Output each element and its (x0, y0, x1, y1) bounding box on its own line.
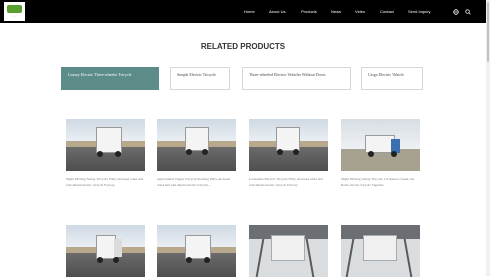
nav-about-us[interactable]: About Us (269, 0, 285, 23)
product-image[interactable] (66, 225, 145, 277)
product-image[interactable] (157, 225, 236, 277)
logo-mark-icon (7, 5, 22, 13)
nav-send-inquiry[interactable]: Send Inquiry (408, 0, 430, 23)
nav-home[interactable]: Home (244, 0, 255, 23)
nav-news[interactable]: News (331, 0, 341, 23)
nav-video[interactable]: Video (355, 0, 365, 23)
product-image[interactable] (341, 225, 420, 277)
tab-label: Three-wheeled Electric Vehicles Without … (249, 72, 326, 77)
tab-luxury-electric-tricycle[interactable]: Luxury Electric Three-wheeler Tricycle (61, 67, 159, 90)
scrollbar-thumb[interactable] (487, 2, 489, 62)
tab-simple-electric-tricycle[interactable]: Simple Electric Tricycle (170, 67, 230, 90)
product-caption[interactable]: Agricultural Tipper Tricycle Roofing Ful… (157, 176, 236, 188)
product-caption[interactable]: Night Driving Safety Tricycle Fully encl… (66, 176, 145, 188)
product-caption[interactable]: Night Driving Safety Tricycle 1.6 meters… (341, 176, 420, 188)
tab-label: Luxury Electric Three-wheeler Tricycle (68, 72, 132, 77)
product-caption[interactable]: Lockeable Electric Tricycle Fully enclos… (249, 176, 328, 188)
tab-label: Cargo Electric Vehicle (368, 72, 405, 77)
product-image[interactable] (341, 119, 420, 171)
product-image[interactable] (66, 119, 145, 171)
search-icon[interactable] (464, 0, 472, 23)
section-title: RELATED PRODUCTS (200, 42, 286, 51)
product-image[interactable] (249, 119, 328, 171)
product-image[interactable] (249, 225, 328, 277)
nav-contact[interactable]: Contact (380, 0, 394, 23)
nav-products[interactable]: Products (301, 0, 317, 23)
tab-label: Simple Electric Tricycle (177, 72, 216, 77)
globe-icon[interactable] (452, 0, 460, 23)
page-scrollbar[interactable] (486, 0, 490, 276)
site-logo[interactable]: ... (4, 2, 25, 21)
tab-cargo-electric-vehicle[interactable]: Cargo Electric Vehicle (361, 67, 423, 90)
site-header: ... Home About Us Products News Video Co… (0, 0, 486, 23)
logo-text: ... (13, 15, 16, 18)
tab-three-wheeled-without-doors[interactable]: Three-wheeled Electric Vehicles Without … (242, 67, 351, 90)
product-image[interactable] (157, 119, 236, 171)
